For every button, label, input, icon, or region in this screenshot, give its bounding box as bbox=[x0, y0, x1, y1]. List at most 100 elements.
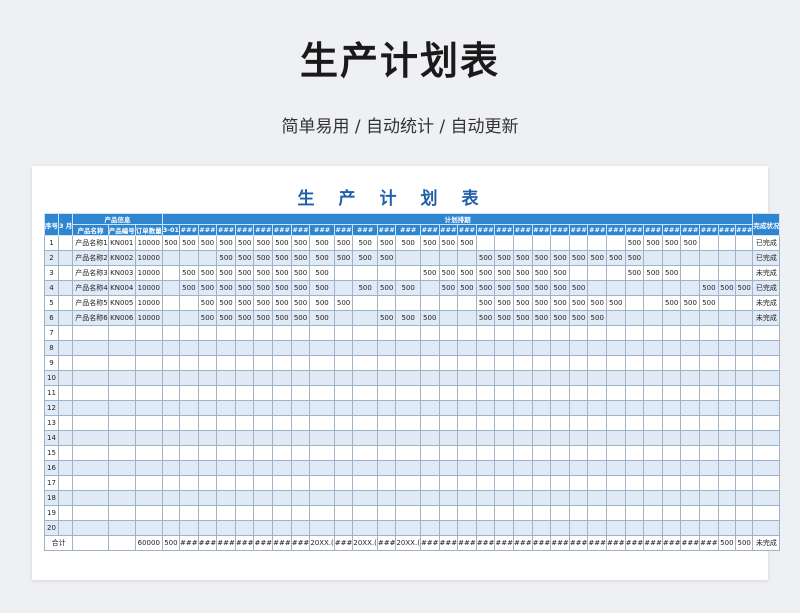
cell-empty bbox=[333, 490, 354, 506]
cell-plan: 500 bbox=[253, 265, 274, 281]
cell-empty bbox=[512, 400, 533, 416]
plan-table: 序号 3 月产品信息 计划排期 完成状况 产品名称 产品编号 订单数量 3-01 ### ### #… bbox=[43, 213, 781, 551]
cell-empty bbox=[550, 355, 570, 371]
cell-empty bbox=[352, 415, 378, 431]
cell-plan bbox=[333, 265, 354, 281]
cell-empty bbox=[419, 325, 440, 341]
cell-order-qty: 10000 bbox=[134, 250, 163, 266]
cell-order-qty: 10000 bbox=[134, 295, 163, 311]
cell-plan: 500 bbox=[309, 280, 335, 296]
cell-plan: 500 bbox=[475, 265, 496, 281]
cell-empty bbox=[197, 385, 218, 401]
cell-plan: 500 bbox=[494, 310, 514, 326]
table-row: 12 bbox=[44, 400, 781, 416]
cell-plan bbox=[475, 235, 496, 251]
cell-empty bbox=[253, 400, 274, 416]
header-date: ### bbox=[272, 224, 292, 236]
cell-empty bbox=[395, 370, 421, 386]
cell-plan: 500 bbox=[661, 265, 682, 281]
cell-empty bbox=[531, 415, 552, 431]
cell-seq: 15 bbox=[44, 445, 59, 461]
cell-plan: 500 bbox=[568, 310, 589, 326]
cell-plan: 500 bbox=[419, 310, 440, 326]
cell-empty bbox=[376, 505, 397, 521]
cell-empty bbox=[253, 370, 274, 386]
cell-empty bbox=[587, 370, 608, 386]
cell-empty bbox=[333, 340, 354, 356]
cell-empty bbox=[72, 520, 109, 536]
cell-empty bbox=[587, 520, 608, 536]
cell-empty bbox=[752, 400, 781, 416]
cell-empty bbox=[475, 385, 496, 401]
cell-plan: 500 bbox=[395, 310, 421, 326]
table-row: 14 bbox=[44, 430, 781, 446]
cell-empty bbox=[216, 385, 236, 401]
cell-empty bbox=[134, 445, 163, 461]
cell-plan: 500 bbox=[234, 250, 255, 266]
cell-plan bbox=[587, 265, 608, 281]
cell-empty bbox=[197, 430, 218, 446]
cell-plan: 500 bbox=[457, 280, 477, 296]
cell-empty bbox=[699, 445, 719, 461]
cell-empty bbox=[438, 385, 459, 401]
cell-plan: 500 bbox=[568, 280, 589, 296]
header-date: ### bbox=[568, 224, 589, 236]
cell-empty bbox=[272, 340, 292, 356]
cell-empty bbox=[72, 490, 109, 506]
cell-empty bbox=[272, 385, 292, 401]
cell-empty bbox=[333, 355, 354, 371]
cell-seq: 10 bbox=[44, 370, 59, 386]
cell-empty bbox=[624, 460, 645, 476]
header-seq: 序号 bbox=[44, 213, 59, 236]
cell-empty bbox=[352, 385, 378, 401]
cell-empty bbox=[752, 325, 781, 341]
cell-empty bbox=[752, 445, 781, 461]
cell-plan bbox=[179, 250, 199, 266]
table-row: 7 bbox=[44, 325, 781, 341]
cell-empty bbox=[624, 475, 645, 491]
cell-empty bbox=[376, 445, 397, 461]
cell-empty bbox=[568, 370, 589, 386]
cell-seq: 6 bbox=[44, 310, 59, 326]
cell-product-name: 产品名称1 bbox=[72, 235, 109, 251]
cell-empty bbox=[333, 475, 354, 491]
cell-empty bbox=[752, 355, 781, 371]
cell-empty bbox=[717, 400, 737, 416]
cell-empty bbox=[438, 415, 459, 431]
cell-plan: 500 bbox=[352, 280, 378, 296]
cell-empty bbox=[587, 475, 608, 491]
table-row: 16 bbox=[44, 460, 781, 476]
cell-empty bbox=[531, 520, 552, 536]
cell-empty bbox=[234, 430, 255, 446]
cell-empty bbox=[661, 475, 682, 491]
cell-empty bbox=[752, 370, 781, 386]
cell-plan: 500 bbox=[438, 265, 459, 281]
cell-empty bbox=[234, 415, 255, 431]
cell-empty bbox=[107, 355, 136, 371]
cell-plan: 500 bbox=[352, 250, 378, 266]
cell-empty bbox=[290, 490, 311, 506]
cell-empty bbox=[475, 355, 496, 371]
cell-empty bbox=[494, 400, 514, 416]
cell-plan bbox=[735, 265, 754, 281]
cell-seq: 7 bbox=[44, 325, 59, 341]
cell-empty bbox=[253, 340, 274, 356]
cell-plan: 500 bbox=[717, 280, 737, 296]
cell-empty bbox=[395, 520, 421, 536]
cell-empty bbox=[717, 505, 737, 521]
cell-plan: 500 bbox=[531, 250, 552, 266]
cell-plan bbox=[661, 250, 682, 266]
table-row: 3 产品名称3 KN003 10000 500 500 500 500 500 500 500 500… bbox=[44, 265, 781, 281]
cell-plan: 500 bbox=[309, 250, 335, 266]
cell-empty bbox=[512, 520, 533, 536]
cell-empty bbox=[717, 430, 737, 446]
cell-plan: 500 bbox=[179, 235, 199, 251]
cell-empty bbox=[475, 505, 496, 521]
cell-empty bbox=[272, 460, 292, 476]
cell-status: 未完成 bbox=[752, 265, 781, 281]
cell-empty bbox=[735, 400, 754, 416]
cell-seq: 3 bbox=[44, 265, 59, 281]
cell-month bbox=[57, 295, 74, 311]
cell-empty bbox=[735, 490, 754, 506]
cell-empty bbox=[550, 490, 570, 506]
